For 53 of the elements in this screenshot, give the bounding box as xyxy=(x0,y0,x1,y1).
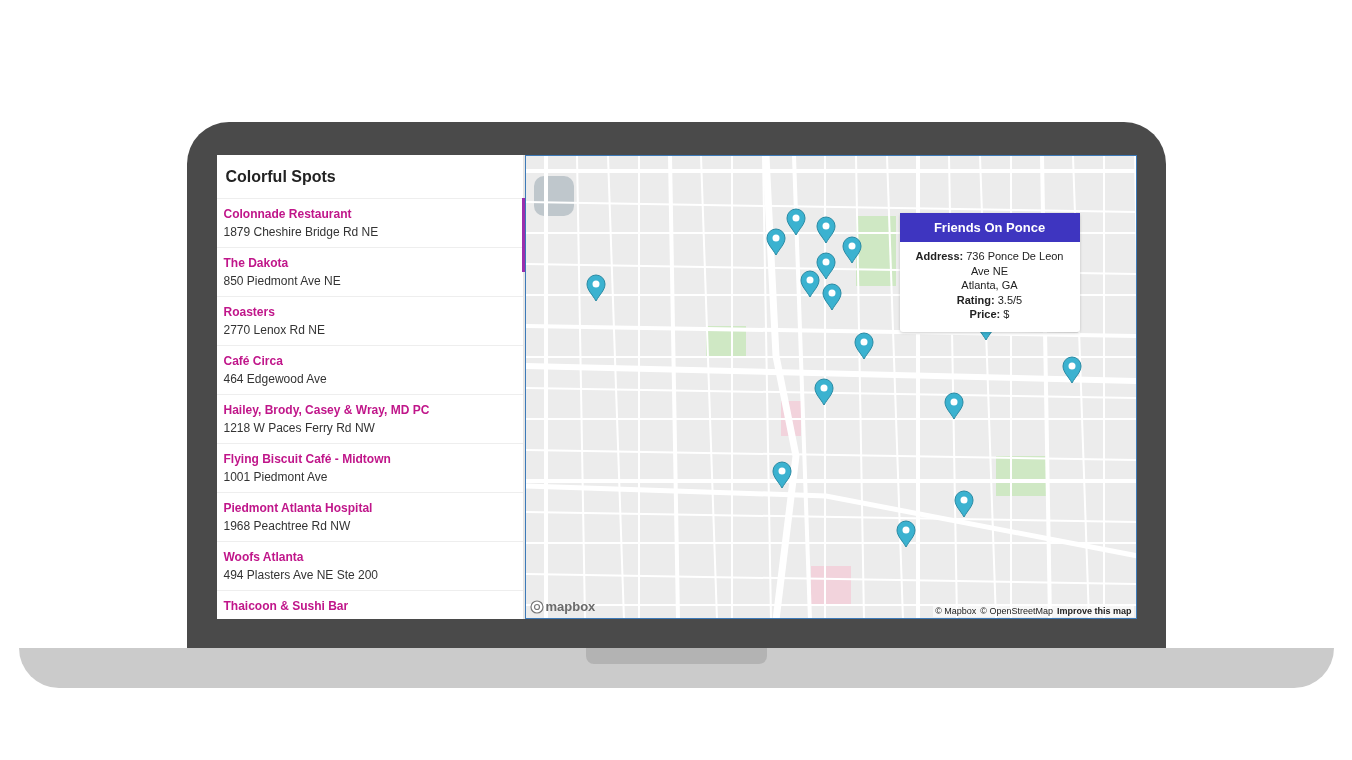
place-name: Flying Biscuit Café - Midtown xyxy=(223,452,392,466)
place-address: 2770 Lenox Rd NE xyxy=(223,323,326,337)
improve-map-link[interactable]: Improve this map xyxy=(1056,606,1132,616)
map-pin-icon[interactable] xyxy=(771,461,792,489)
place-name: Hailey, Brody, Casey & Wray, MD PC xyxy=(223,403,431,417)
map-pin-icon[interactable] xyxy=(815,252,836,280)
scrollbar-thumb[interactable] xyxy=(521,198,525,272)
place-name: Colonnade Restaurant xyxy=(223,207,353,221)
map-pin-icon[interactable] xyxy=(943,392,964,420)
map-pin-icon[interactable] xyxy=(1061,356,1082,384)
popup-detail: Atlanta, GA xyxy=(960,278,1019,293)
place-name: The Dakota xyxy=(223,256,290,270)
place-list-item[interactable]: Thaicoon & Sushi Bar xyxy=(216,591,523,619)
place-name: Thaicoon & Sushi Bar xyxy=(223,599,350,613)
place-list-item[interactable]: The Dakota 850 Piedmont Ave NE xyxy=(216,248,523,297)
place-list-item[interactable]: Piedmont Atlanta Hospital 1968 Peachtree Rd NW xyxy=(216,493,523,542)
popup-title: Friends On Ponce xyxy=(899,213,1080,242)
map-pin-icon[interactable] xyxy=(799,270,820,298)
map-pin-icon[interactable] xyxy=(785,208,806,236)
place-address: 1968 Peachtree Rd NW xyxy=(223,519,352,533)
place-address: 464 Edgewood Ave xyxy=(223,372,328,386)
map-view[interactable]: Friends On Ponce Address: 736 Ponce De Leon Ave NE Atlanta, GA Rating: 3.5/5 Price: $ mapbox © Mapbox © OpenStreetMap Improve this map xyxy=(524,155,1137,619)
logo-icon xyxy=(529,599,544,614)
popup-detail: Price: $ xyxy=(968,307,1011,322)
place-list-item[interactable]: Café Circa 464 Edgewood Ave xyxy=(216,346,523,395)
map-pin-icon[interactable] xyxy=(853,332,874,360)
place-address: 1001 Piedmont Ave xyxy=(223,470,329,484)
place-list-item[interactable]: Flying Biscuit Café - Midtown 1001 Piedmont Ave xyxy=(216,444,523,493)
place-address: 494 Plasters Ave NE Ste 200 xyxy=(223,568,380,582)
map-pin-icon[interactable] xyxy=(813,378,834,406)
map-pin-icon[interactable] xyxy=(821,283,842,311)
popup-detail: Address: 736 Ponce De Leon Ave NE xyxy=(914,249,1065,278)
map-pin-icon[interactable] xyxy=(895,520,916,548)
place-address: 850 Piedmont Ave NE xyxy=(223,274,342,288)
attribution-link[interactable]: © Mapbox xyxy=(935,606,977,616)
logo-text: mapbox xyxy=(545,599,596,614)
map-pin-icon[interactable] xyxy=(585,274,606,302)
map-pin-icon[interactable] xyxy=(765,228,786,256)
sidebar-title: Colorful Spots xyxy=(216,155,523,199)
map-pin-icon[interactable] xyxy=(815,216,836,244)
attribution-link[interactable]: © OpenStreetMap xyxy=(980,606,1053,616)
place-address: 1879 Cheshire Bridge Rd NE xyxy=(223,225,380,239)
place-list-item[interactable]: Woofs Atlanta 494 Plasters Ave NE Ste 200 xyxy=(216,542,523,591)
popup-detail: Rating: 3.5/5 xyxy=(955,292,1024,307)
place-name: Woofs Atlanta xyxy=(223,550,305,564)
place-name: Café Circa xyxy=(223,354,284,368)
place-name: Roasters xyxy=(223,305,276,319)
place-name: Piedmont Atlanta Hospital xyxy=(223,501,374,515)
place-list-item[interactable]: Hailey, Brody, Casey & Wray, MD PC 1218 W Paces Ferry Rd NW xyxy=(216,395,523,444)
map-pin-icon[interactable] xyxy=(841,236,862,264)
map-pin-icon[interactable] xyxy=(953,490,974,518)
place-list-item[interactable]: Roasters 2770 Lenox Rd NE xyxy=(216,297,523,346)
place-address: 1218 W Paces Ferry Rd NW xyxy=(223,421,376,435)
